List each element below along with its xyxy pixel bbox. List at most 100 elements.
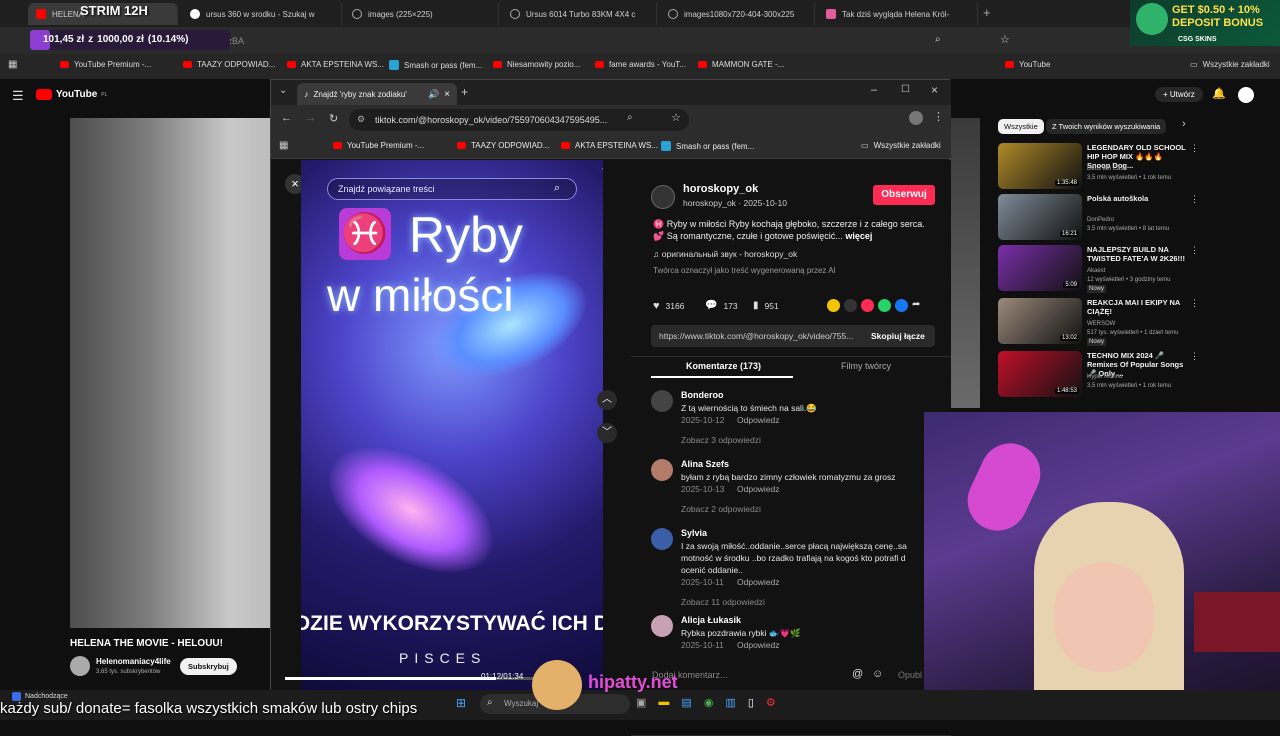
minimize-icon[interactable]: – — [871, 84, 877, 96]
share-icon[interactable]: ➦ — [912, 299, 920, 312]
outer-tab-helena-krol[interactable]: Tak dziś wygląda Helena Król- — [818, 3, 978, 25]
comment-username[interactable]: Bonderoo — [681, 390, 724, 400]
follow-button[interactable]: Obserwuj — [873, 185, 935, 205]
related-channel[interactable]: WERSOW — [1087, 320, 1115, 328]
app-icon[interactable]: ⚙ — [766, 696, 776, 709]
create-button[interactable]: + Utwórz — [1155, 87, 1203, 102]
store-icon[interactable]: ▤ — [681, 696, 691, 709]
related-thumbnail[interactable]: 5:09 — [998, 245, 1082, 291]
back-icon[interactable]: ← — [281, 112, 292, 124]
reply-button[interactable]: Odpowiedz — [737, 577, 780, 587]
facebook-icon[interactable] — [895, 299, 908, 312]
reply-button[interactable]: Odpowiedz — [737, 415, 780, 425]
kebab-menu-icon[interactable]: ⋮ — [1190, 245, 1199, 256]
sound-line[interactable]: ♫ оригинальный звук - horoskopy_ok — [653, 249, 797, 259]
comment-username[interactable]: Alicja Łukasik — [681, 615, 741, 625]
kebab-menu-icon[interactable]: ⋮ — [1190, 351, 1199, 362]
more-link[interactable]: więcej — [845, 231, 872, 241]
apps-grid-icon[interactable]: ▦ — [279, 140, 288, 151]
tab-creator-videos[interactable]: Filmy twórcy — [841, 361, 891, 371]
outer-tab-ursus-6014[interactable]: Ursus 6014 Turbo 83KM 4X4 c — [502, 3, 657, 25]
new-tab-button[interactable]: + — [461, 85, 468, 99]
comment-avatar[interactable] — [651, 390, 673, 412]
tiktok-video[interactable]: Znajdź powiązane treści ⌕ ⋯ ♓ Ryby w mił… — [301, 160, 603, 690]
search-icon[interactable]: ⌕ — [554, 182, 560, 195]
embed-icon[interactable] — [827, 299, 840, 312]
code-icon[interactable] — [844, 299, 857, 312]
bookmark-item[interactable]: Smash or pass (fem... — [661, 141, 754, 151]
chip-all[interactable]: Wszystkie — [998, 119, 1044, 134]
copy-link-button[interactable]: Skopiuj łącze — [871, 331, 925, 341]
youtube-logo[interactable]: YouTube PL — [36, 89, 107, 100]
bookmark-item[interactable]: AKTA EPSTEINA WS... — [287, 60, 384, 69]
mention-icon[interactable]: @ — [852, 668, 863, 680]
bookmark-item[interactable]: Niesamowity pozio... — [493, 60, 580, 69]
youtube-video-player[interactable] — [70, 118, 270, 628]
menu-icon[interactable]: ☰ — [12, 88, 24, 104]
star-icon[interactable]: ☆ — [671, 111, 681, 124]
tab-search-icon[interactable]: ⌄ — [279, 85, 287, 96]
forward-icon[interactable]: → — [305, 112, 316, 124]
save-stat[interactable]: ▮ 951 — [753, 300, 779, 311]
bookmark-item[interactable]: MAMMON GATE -... — [698, 60, 784, 69]
reply-button[interactable]: Odpowiedz — [737, 484, 780, 494]
comment-stat[interactable]: 💬 173 — [705, 300, 738, 311]
bookmark-item[interactable]: AKTA EPSTEINA WS... — [561, 141, 658, 150]
related-thumbnail[interactable]: 1:35:48 — [998, 143, 1082, 189]
more-options-icon[interactable]: ⋯ — [601, 160, 603, 177]
csg-skins-ad[interactable]: GET $0.50 + 10% DEPOSIT BONUS CSG SKINS — [1130, 0, 1280, 46]
kebab-menu-icon[interactable]: ⋮ — [1190, 298, 1199, 309]
all-bookmarks[interactable]: ▭ Wszystkie zakładki — [1190, 60, 1270, 69]
related-title[interactable]: Polská autoškola — [1087, 194, 1187, 203]
comment-avatar[interactable] — [651, 459, 673, 481]
speaker-icon[interactable]: 🔊 — [428, 89, 439, 100]
comment-username[interactable]: Alina Szefs — [681, 459, 729, 469]
profile-avatar[interactable] — [909, 111, 923, 125]
bookmark-item-youtube[interactable]: YouTube — [1005, 60, 1050, 69]
channel-name[interactable]: Helenomaniacy4life — [96, 657, 171, 666]
notepad-icon[interactable]: ▥ — [725, 696, 735, 709]
bookmark-item[interactable]: YouTube Premium -... — [60, 60, 151, 69]
share-url[interactable]: https://www.tiktok.com/@horoskopy_ok/vid… — [659, 331, 853, 341]
related-title[interactable]: NAJLEPSZY BUILD NA TWISTED FATE'A W 2K26… — [1087, 245, 1187, 263]
related-thumbnail[interactable]: 13:02 — [998, 298, 1082, 344]
related-channel[interactable]: Deus em Casa — [1087, 165, 1127, 173]
view-replies-button[interactable]: Zobacz 3 odpowiedzi — [681, 435, 761, 445]
windows-start-icon[interactable]: ⊞ — [456, 696, 466, 710]
reload-icon[interactable]: ↻ — [329, 112, 338, 125]
related-channel[interactable]: Akaest — [1087, 267, 1105, 275]
file-explorer-icon[interactable]: ▬ — [658, 696, 669, 709]
view-replies-button[interactable]: Zobacz 2 odpowiedzi — [681, 504, 761, 514]
bookmark-item[interactable]: TAAZY ODPOWIAD... — [183, 60, 275, 69]
maximize-icon[interactable]: ☐ — [901, 84, 910, 95]
star-icon[interactable]: ☆ — [1000, 33, 1010, 46]
apps-grid-icon[interactable]: ▦ — [8, 59, 17, 70]
bookmark-item[interactable]: fame awards - YouT... — [595, 60, 686, 69]
kebab-menu-icon[interactable]: ⋮ — [1190, 194, 1199, 205]
search-icon[interactable]: ⌕ — [935, 34, 941, 45]
comment-avatar[interactable] — [651, 528, 673, 550]
view-replies-button[interactable]: Zobacz 11 odpowiedzi — [681, 597, 765, 607]
reply-button[interactable]: Odpowiedz — [737, 640, 780, 650]
bookmark-item[interactable]: YouTube Premium -... — [333, 141, 424, 150]
related-search-input[interactable]: Znajdź powiązane treści ⌕ — [327, 178, 577, 200]
chip-search-results[interactable]: Z Twoich wyników wyszukiwania — [1046, 119, 1167, 134]
bell-icon[interactable]: 🔔 — [1212, 87, 1226, 100]
outer-tab-images[interactable]: images (225×225) — [344, 3, 499, 25]
author-handle[interactable]: horoskopy_ok — [683, 183, 758, 195]
chevron-down-icon[interactable]: ﹀ — [597, 423, 617, 443]
related-title[interactable]: REAKCJA MAI I EKIPY NA CIĄŻĘ! — [1087, 298, 1187, 316]
new-tab-button[interactable]: + — [983, 5, 991, 20]
kebab-menu-icon[interactable]: ⋮ — [1190, 143, 1199, 154]
related-channel[interactable]: HyperTechno — [1087, 373, 1122, 381]
bookmark-item[interactable]: TAAZY ODPOWIAD... — [457, 141, 549, 150]
task-view-icon[interactable]: ▣ — [636, 696, 646, 709]
close-tab-icon[interactable]: × — [444, 89, 450, 100]
comment-avatar[interactable] — [651, 615, 673, 637]
tiktok-tab[interactable]: ♪ Znajdź 'ryby znak zodiaku' 🔊 × — [297, 83, 457, 105]
chevron-right-icon[interactable]: › — [1182, 118, 1186, 130]
chrome-icon[interactable]: ◉ — [704, 696, 714, 709]
emoji-icon[interactable]: ☺ — [872, 668, 883, 680]
related-thumbnail[interactable]: 16:21 — [998, 194, 1082, 240]
avatar[interactable] — [1238, 87, 1254, 103]
